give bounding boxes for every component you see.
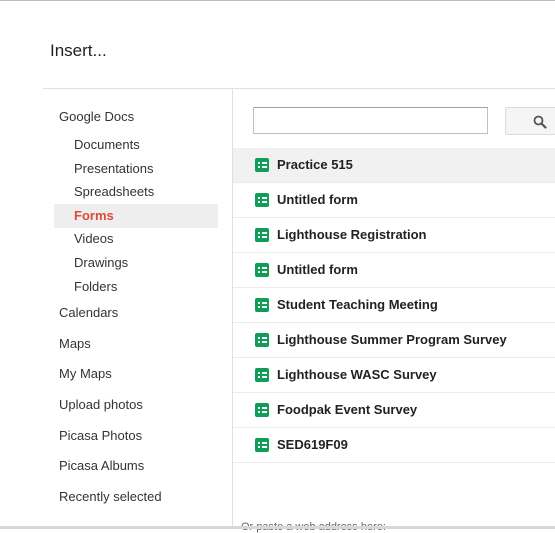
form-icon (255, 263, 269, 277)
list-item[interactable]: Practice 515 (233, 148, 555, 183)
sidebar-item-drawings[interactable]: Drawings (74, 255, 128, 270)
sidebar-item-google-docs[interactable]: Google Docs (59, 109, 134, 124)
file-name: Lighthouse WASC Survey (277, 367, 437, 382)
list-item[interactable]: Student Teaching Meeting (233, 288, 555, 323)
sidebar-item-upload-photos[interactable]: Upload photos (59, 397, 143, 412)
list-item[interactable]: Lighthouse Summer Program Survey (233, 323, 555, 358)
sidebar-item-presentations[interactable]: Presentations (74, 161, 154, 176)
sidebar-item-videos[interactable]: Videos (74, 231, 114, 246)
sidebar-item-picasa-albums[interactable]: Picasa Albums (59, 458, 144, 473)
file-name: Student Teaching Meeting (277, 297, 438, 312)
sidebar-item-forms[interactable]: Forms (74, 208, 114, 223)
search-icon (533, 115, 547, 129)
list-item[interactable]: SED619F09 (233, 428, 555, 463)
sidebar-item-maps[interactable]: Maps (59, 336, 91, 351)
file-name: Foodpak Event Survey (277, 402, 418, 417)
dialog-title: Insert... (50, 41, 107, 60)
search-input[interactable] (253, 107, 488, 134)
sidebar-item-spreadsheets[interactable]: Spreadsheets (74, 184, 154, 199)
list-item[interactable]: Lighthouse Registration (233, 218, 555, 253)
sidebar-item-my-maps[interactable]: My Maps (59, 366, 112, 381)
form-icon (255, 193, 269, 207)
form-icon (255, 333, 269, 347)
file-name: Untitled form (277, 192, 358, 207)
form-icon (255, 438, 269, 452)
sidebar-item-recently-selected[interactable]: Recently selected (59, 489, 162, 504)
search-button[interactable] (505, 107, 555, 135)
form-icon (255, 158, 269, 172)
sidebar-item-documents[interactable]: Documents (74, 137, 140, 152)
file-list: Practice 515 Untitled form Lighthouse Regi… (233, 148, 555, 463)
top-border (0, 0, 555, 1)
file-name: Practice 515 (277, 157, 353, 172)
form-icon (255, 368, 269, 382)
form-icon (255, 228, 269, 242)
file-name: Untitled form (277, 262, 358, 277)
form-icon (255, 403, 269, 417)
sidebar-item-picasa-photos[interactable]: Picasa Photos (59, 428, 142, 443)
sidebar-item-folders[interactable]: Folders (74, 279, 117, 294)
list-item[interactable]: Untitled form (233, 253, 555, 288)
file-name: Lighthouse Summer Program Survey (277, 332, 507, 347)
file-name: Lighthouse Registration (277, 227, 427, 242)
sidebar-item-calendars[interactable]: Calendars (59, 305, 118, 320)
file-name: SED619F09 (277, 437, 348, 452)
list-item[interactable]: Untitled form (233, 183, 555, 218)
list-item[interactable]: Foodpak Event Survey (233, 393, 555, 428)
form-icon (255, 298, 269, 312)
list-item[interactable]: Lighthouse WASC Survey (233, 358, 555, 393)
